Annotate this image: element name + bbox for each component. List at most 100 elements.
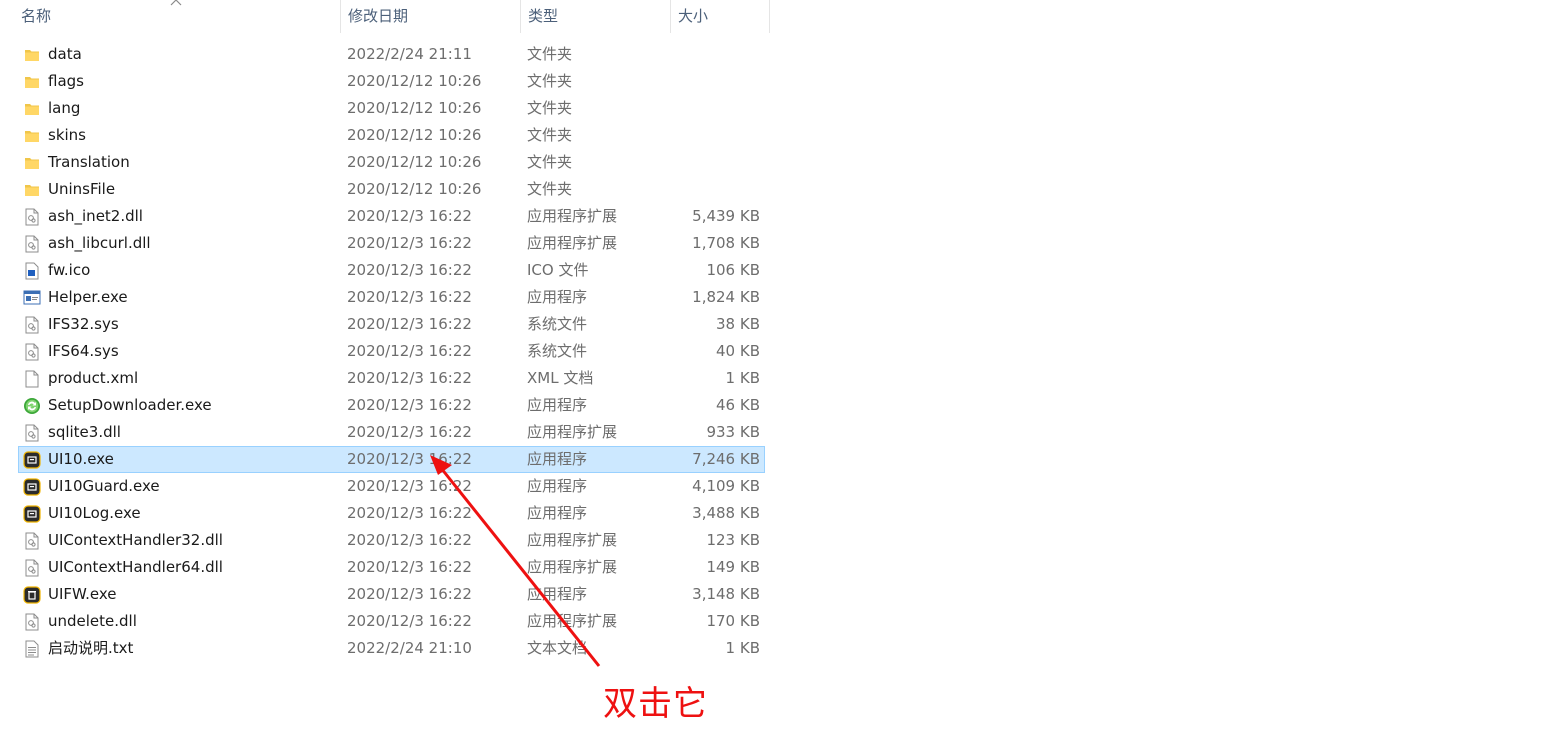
dll-icon [23,339,41,364]
annotation-label: 双击它 [603,684,708,724]
file-date: 2020/12/3 16:22 [347,342,472,360]
dll-icon [23,609,41,634]
file-row[interactable]: IFS32.sys 2020/12/3 16:22 系统文件 38 KB [18,311,765,338]
file-name: lang [48,99,81,117]
file-name: IFS64.sys [48,342,119,360]
file-size: 5,439 KB [692,207,760,225]
file-row[interactable]: data 2022/2/24 21:11 文件夹 [18,41,765,68]
file-size: 3,148 KB [692,585,760,603]
file-name: UIFW.exe [48,585,117,603]
file-date: 2020/12/3 16:22 [347,558,472,576]
file-row[interactable]: UIFW.exe 2020/12/3 16:22 应用程序 3,148 KB [18,581,765,608]
file-type: 文件夹 [527,99,573,117]
file-row[interactable]: UI10.exe 2020/12/3 16:22 应用程序 7,246 KB [18,446,765,473]
column-header-size[interactable]: 大小 [670,0,770,33]
file-size: 933 KB [706,423,760,441]
file-date: 2020/12/3 16:22 [347,585,472,603]
file-date: 2020/12/3 16:22 [347,288,472,306]
file-size: 1,824 KB [692,288,760,306]
dark-app-icon [23,474,41,499]
file-name: data [48,45,82,63]
file-row[interactable]: sqlite3.dll 2020/12/3 16:22 应用程序扩展 933 KB [18,419,765,446]
file-row[interactable]: undelete.dll 2020/12/3 16:22 应用程序扩展 170 KB [18,608,765,635]
file-name: UIContextHandler32.dll [48,531,223,549]
file-row[interactable]: fw.ico 2020/12/3 16:22 ICO 文件 106 KB [18,257,765,284]
dark-trash-app-icon [23,582,41,607]
file-date: 2020/12/12 10:26 [347,99,482,117]
file-date: 2020/12/3 16:22 [347,612,472,630]
file-name: IFS32.sys [48,315,119,333]
file-date: 2022/2/24 21:11 [347,45,472,63]
column-header-date[interactable]: 修改日期 [340,0,520,33]
ico-file-icon [23,258,41,283]
dll-icon [23,528,41,553]
file-type: 系统文件 [527,342,588,360]
file-type: 应用程序扩展 [527,612,618,630]
file-name: UI10Guard.exe [48,477,160,495]
file-name: undelete.dll [48,612,137,630]
column-header-bar: 名称 修改日期 类型 大小 [0,0,770,33]
folder-icon [23,177,41,202]
file-name: product.xml [48,369,139,387]
dll-icon [23,312,41,337]
file-name: Helper.exe [48,288,128,306]
file-type: 应用程序扩展 [527,234,618,252]
file-size: 4,109 KB [692,477,760,495]
file-row[interactable]: UI10Log.exe 2020/12/3 16:22 应用程序 3,488 KB [18,500,765,527]
dll-icon [23,555,41,580]
file-date: 2020/12/3 16:22 [347,234,472,252]
text-file-icon [23,636,41,661]
file-name: ash_inet2.dll [48,207,143,225]
file-row[interactable]: Helper.exe 2020/12/3 16:22 应用程序 1,824 KB [18,284,765,311]
file-type: 应用程序 [527,288,588,306]
file-date: 2020/12/3 16:22 [347,477,472,495]
file-type: 应用程序扩展 [527,423,618,441]
file-name: fw.ico [48,261,91,279]
file-row[interactable]: UninsFile 2020/12/12 10:26 文件夹 [18,176,765,203]
dark-app-icon [23,501,41,526]
app-window-icon [23,285,41,310]
dll-icon [23,231,41,256]
file-row[interactable]: ash_libcurl.dll 2020/12/3 16:22 应用程序扩展 1,70… [18,230,765,257]
file-type: 文件夹 [527,126,573,144]
file-type: 文本文档 [527,639,588,657]
file-date: 2020/12/3 16:22 [347,369,472,387]
file-name: sqlite3.dll [48,423,121,441]
file-row[interactable]: flags 2020/12/12 10:26 文件夹 [18,68,765,95]
file-row[interactable]: IFS64.sys 2020/12/3 16:22 系统文件 40 KB [18,338,765,365]
file-row[interactable]: UIContextHandler64.dll 2020/12/3 16:22 应用程… [18,554,765,581]
file-date: 2020/12/3 16:22 [347,396,472,414]
file-name: Translation [48,153,130,171]
folder-icon [23,96,41,121]
file-row[interactable]: 启动说明.txt 2022/2/24 21:10 文本文档 1 KB [18,635,765,662]
file-type: 文件夹 [527,153,573,171]
file-row[interactable]: lang 2020/12/12 10:26 文件夹 [18,95,765,122]
column-header-name[interactable]: 名称 [0,0,340,33]
green-refresh-icon [23,393,41,418]
file-date: 2020/12/3 16:22 [347,423,472,441]
file-name: ash_libcurl.dll [48,234,151,252]
file-date: 2020/12/3 16:22 [347,450,472,468]
file-type: 应用程序 [527,477,588,495]
blank-file-icon [23,366,41,391]
file-row[interactable]: UI10Guard.exe 2020/12/3 16:22 应用程序 4,109 KB [18,473,765,500]
file-size: 149 KB [706,558,760,576]
file-size: 40 KB [716,342,760,360]
file-name: skins [48,126,86,144]
file-row[interactable]: ash_inet2.dll 2020/12/3 16:22 应用程序扩展 5,439 … [18,203,765,230]
file-row[interactable]: Translation 2020/12/12 10:26 文件夹 [18,149,765,176]
file-date: 2020/12/3 16:22 [347,315,472,333]
file-row[interactable]: skins 2020/12/12 10:26 文件夹 [18,122,765,149]
column-header-type[interactable]: 类型 [520,0,670,33]
file-row[interactable]: product.xml 2020/12/3 16:22 XML 文档 1 KB [18,365,765,392]
file-row[interactable]: UIContextHandler32.dll 2020/12/3 16:22 应用程… [18,527,765,554]
file-name: flags [48,72,84,90]
file-name: UI10.exe [48,450,114,468]
file-size: 38 KB [716,315,760,333]
folder-icon [23,150,41,175]
file-date: 2020/12/12 10:26 [347,126,482,144]
file-row[interactable]: SetupDownloader.exe 2020/12/3 16:22 应用程序 46… [18,392,765,419]
file-name: SetupDownloader.exe [48,396,212,414]
file-type: 应用程序 [527,396,588,414]
file-date: 2020/12/3 16:22 [347,531,472,549]
